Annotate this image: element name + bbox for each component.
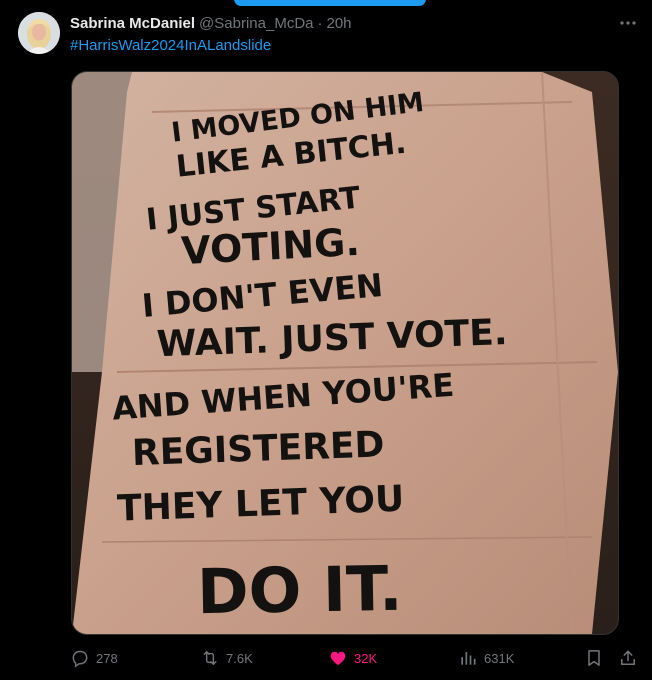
- tweet-image[interactable]: I MOVED ON HIM LIKE A BITCH. I JUST STAR…: [71, 71, 619, 635]
- reply-button[interactable]: 278: [70, 646, 118, 670]
- sign-line-10: DO IT.: [197, 552, 404, 629]
- bookmark-icon: [588, 650, 600, 666]
- sign-line-4: VOTING.: [180, 220, 361, 273]
- separator-dot: ·: [317, 14, 323, 32]
- cardboard-sign-image: I MOVED ON HIM LIKE A BITCH. I JUST STAR…: [72, 72, 618, 634]
- reply-count: 278: [96, 650, 118, 666]
- avatar[interactable]: [18, 12, 60, 54]
- retweet-count: 7.6K: [226, 650, 253, 666]
- view-count: 631K: [484, 650, 515, 666]
- bookmark-button[interactable]: [584, 646, 610, 670]
- new-posts-pill[interactable]: [234, 0, 426, 6]
- like-button[interactable]: 32K: [328, 646, 377, 670]
- action-bar: 278 7.6K 32K 631K: [70, 646, 640, 670]
- reply-icon: [72, 650, 88, 668]
- retweet-button[interactable]: 7.6K: [200, 646, 253, 670]
- views-icon: [461, 652, 476, 665]
- tweet-header: Sabrina McDaniel @Sabrina_McDa · 20h: [70, 13, 622, 33]
- share-icon: [621, 650, 635, 665]
- timestamp[interactable]: 20h: [327, 15, 352, 32]
- retweet-icon: [203, 650, 217, 666]
- like-count: 32K: [354, 650, 378, 666]
- hashtag-link[interactable]: #HarrisWalz2024InALandslide: [70, 37, 271, 54]
- tweet: Sabrina McDaniel @Sabrina_McDa · 20h #Ha…: [0, 0, 652, 680]
- heart-icon: [330, 651, 346, 666]
- display-name[interactable]: Sabrina McDaniel: [70, 15, 195, 32]
- more-dots-icon[interactable]: [618, 13, 638, 33]
- share-button[interactable]: [618, 646, 644, 670]
- user-handle[interactable]: @Sabrina_McDa: [199, 15, 313, 32]
- views-button[interactable]: 631K: [458, 646, 514, 670]
